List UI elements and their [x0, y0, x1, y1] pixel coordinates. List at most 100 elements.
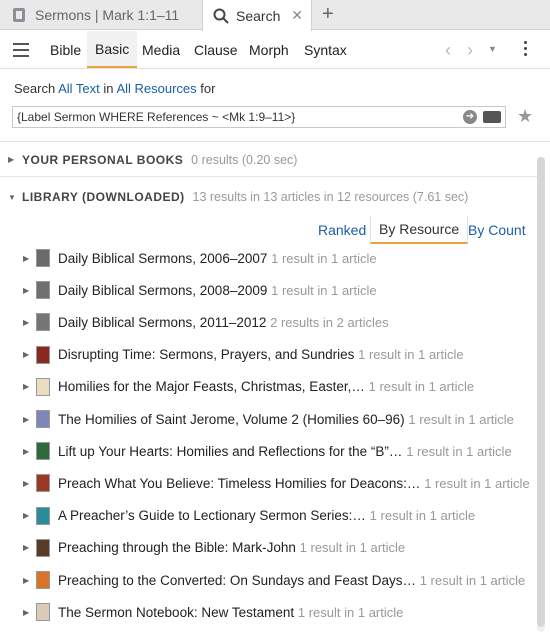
tab-basic[interactable]: Basic	[87, 31, 138, 68]
tab-search[interactable]: Search ✕	[202, 0, 312, 31]
expand-arrow-icon[interactable]: ▶	[23, 415, 29, 424]
result-text: Daily Biblical Sermons, 2006–2007 1 resu…	[58, 251, 377, 266]
book-title[interactable]: Daily Biblical Sermons, 2008–2009	[58, 283, 267, 298]
book-title[interactable]: Homilies for the Major Feasts, Christmas…	[58, 379, 365, 394]
expand-arrow-icon[interactable]: ▶	[23, 447, 29, 456]
expand-arrow-icon[interactable]: ▶	[23, 479, 29, 488]
result-row[interactable]: ▶ Preach What You Believe: Timeless Homil…	[0, 467, 540, 499]
search-middle: in	[103, 81, 114, 96]
result-text: Preaching to the Converted: On Sundays a…	[58, 573, 525, 588]
result-count: 2 results in 2 articles	[270, 314, 389, 330]
expand-arrow-icon[interactable]: ▶	[23, 286, 29, 295]
result-count: 1 result in 1 article	[271, 282, 377, 298]
result-row[interactable]: ▶ Lift up Your Hearts: Homilies and Refle…	[0, 435, 540, 467]
book-title[interactable]: The Sermon Notebook: New Testament	[58, 605, 294, 620]
book-title[interactable]: Preaching through the Bible: Mark-John	[58, 540, 296, 555]
book-title[interactable]: A Preacher’s Guide to Lectionary Sermon …	[58, 508, 366, 523]
book-title[interactable]: Disrupting Time: Sermons, Prayers, and S…	[58, 347, 354, 362]
section-info: 0 results (0.20 sec)	[191, 152, 298, 167]
section-title: YOUR PERSONAL BOOKS 0 results (0.20 sec)	[22, 153, 297, 167]
result-text: Daily Biblical Sermons, 2008–2009 1 resu…	[58, 283, 377, 298]
book-title[interactable]: Daily Biblical Sermons, 2006–2007	[58, 251, 267, 266]
result-count: 1 result in 1 article	[368, 379, 475, 395]
expand-arrow-icon[interactable]: ▶	[23, 543, 29, 552]
search-toolbar: Bible Basic Media Clause Morph Syntax ‹ …	[0, 31, 550, 69]
keyboard-icon[interactable]	[483, 111, 501, 123]
result-row[interactable]: ▶ Daily Biblical Sermons, 2006–2007 1 res…	[0, 242, 540, 274]
forward-arrow-icon[interactable]: ›	[467, 40, 473, 61]
scope-text-link[interactable]: All Text	[58, 81, 100, 96]
section-title-text: LIBRARY (DOWNLOADED)	[22, 190, 185, 204]
book-title[interactable]: Preach What You Believe: Timeless Homili…	[58, 476, 420, 491]
expand-arrow-icon[interactable]: ▶	[23, 576, 29, 585]
collapse-arrow-icon[interactable]: ▼	[8, 193, 16, 202]
tab-sermons[interactable]: Sermons | Mark 1:1–11	[0, 0, 200, 30]
book-cover-icon	[36, 506, 50, 525]
query-box: ➔	[12, 106, 506, 128]
search-icon	[213, 8, 229, 24]
new-tab-icon[interactable]: +	[322, 3, 334, 26]
result-text: Preaching through the Bible: Mark-John 1…	[58, 540, 405, 555]
tab-syntax[interactable]: Syntax	[296, 31, 355, 68]
section-library[interactable]: ▼ LIBRARY (DOWNLOADED) 13 results in 13 …	[0, 180, 540, 214]
result-row[interactable]: ▶ Daily Biblical Sermons, 2011–2012 2 res…	[0, 306, 540, 338]
result-row[interactable]: ▶ The Homilies of Saint Jerome, Volume 2 …	[0, 403, 540, 435]
book-cover-icon	[36, 442, 50, 461]
tab-morph[interactable]: Morph	[241, 31, 297, 68]
more-options-icon[interactable]	[524, 41, 528, 59]
view-by-resource[interactable]: By Resource	[370, 216, 469, 244]
result-text: Lift up Your Hearts: Homilies and Reflec…	[58, 444, 512, 459]
section-info: 13 results in 13 articles in 12 resource…	[192, 190, 469, 204]
expand-arrow-icon[interactable]: ▶	[23, 608, 29, 617]
tab-label: Search	[236, 7, 281, 24]
go-arrow-icon[interactable]: ➔	[463, 110, 477, 124]
search-input[interactable]	[13, 107, 453, 127]
document-icon	[12, 7, 26, 23]
result-text: Daily Biblical Sermons, 2011–2012 2 resu…	[58, 315, 389, 330]
book-cover-icon	[36, 538, 50, 557]
result-row[interactable]: ▶ Preaching to the Converted: On Sundays …	[0, 564, 540, 596]
menu-icon[interactable]	[13, 43, 29, 57]
tab-clause[interactable]: Clause	[186, 31, 246, 68]
search-panel: Search All Text in All Resources for ➔ ★	[0, 70, 550, 142]
close-icon[interactable]: ✕	[291, 7, 303, 24]
result-text: Preach What You Believe: Timeless Homili…	[58, 476, 530, 491]
chevron-down-icon[interactable]: ▼	[488, 44, 497, 54]
scope-resources-link[interactable]: All Resources	[116, 81, 196, 96]
book-cover-icon	[36, 474, 50, 493]
result-row[interactable]: ▶ Daily Biblical Sermons, 2008–2009 1 res…	[0, 274, 540, 306]
book-cover-icon	[36, 377, 50, 396]
expand-arrow-icon[interactable]: ▶	[23, 318, 29, 327]
expand-arrow-icon[interactable]: ▶	[23, 511, 29, 520]
result-row[interactable]: ▶ Disrupting Time: Sermons, Prayers, and …	[0, 339, 540, 371]
section-personal-books[interactable]: ▶ YOUR PERSONAL BOOKS 0 results (0.20 se…	[0, 143, 540, 177]
result-count: 1 result in 1 article	[358, 347, 464, 363]
section-title: LIBRARY (DOWNLOADED) 13 results in 13 ar…	[22, 190, 468, 204]
result-text: The Homilies of Saint Jerome, Volume 2 (…	[58, 412, 514, 427]
expand-arrow-icon[interactable]: ▶	[23, 350, 29, 359]
scrollbar-thumb[interactable]	[537, 157, 545, 627]
result-row[interactable]: ▶ A Preacher’s Guide to Lectionary Sermon…	[0, 500, 540, 532]
expand-arrow-icon[interactable]: ▶	[23, 382, 29, 391]
back-arrow-icon[interactable]: ‹	[445, 40, 451, 61]
search-prefix: Search	[14, 81, 56, 96]
search-suffix: for	[200, 81, 216, 96]
tab-media[interactable]: Media	[134, 31, 188, 68]
result-row[interactable]: ▶ Preaching through the Bible: Mark-John …	[0, 532, 540, 564]
book-title[interactable]: The Homilies of Saint Jerome, Volume 2 (…	[58, 412, 405, 427]
book-title[interactable]: Daily Biblical Sermons, 2011–2012	[58, 315, 266, 330]
star-icon[interactable]: ★	[517, 106, 533, 127]
book-cover-icon	[36, 281, 50, 300]
view-ranked[interactable]: Ranked	[318, 216, 366, 244]
view-by-count[interactable]: By Count	[468, 216, 526, 244]
result-text: Disrupting Time: Sermons, Prayers, and S…	[58, 347, 464, 362]
result-text: A Preacher’s Guide to Lectionary Sermon …	[58, 508, 475, 523]
expand-arrow-icon[interactable]: ▶	[23, 254, 29, 263]
result-row[interactable]: ▶ The Sermon Notebook: New Testament 1 re…	[0, 596, 540, 628]
result-count: 1 result in 1 article	[406, 443, 512, 459]
book-title[interactable]: Preaching to the Converted: On Sundays a…	[58, 573, 416, 588]
book-title[interactable]: Lift up Your Hearts: Homilies and Reflec…	[58, 444, 402, 459]
tab-bible[interactable]: Bible	[42, 31, 89, 68]
expand-arrow-icon[interactable]: ▶	[8, 155, 14, 164]
result-row[interactable]: ▶ Homilies for the Major Feasts, Christma…	[0, 371, 540, 403]
